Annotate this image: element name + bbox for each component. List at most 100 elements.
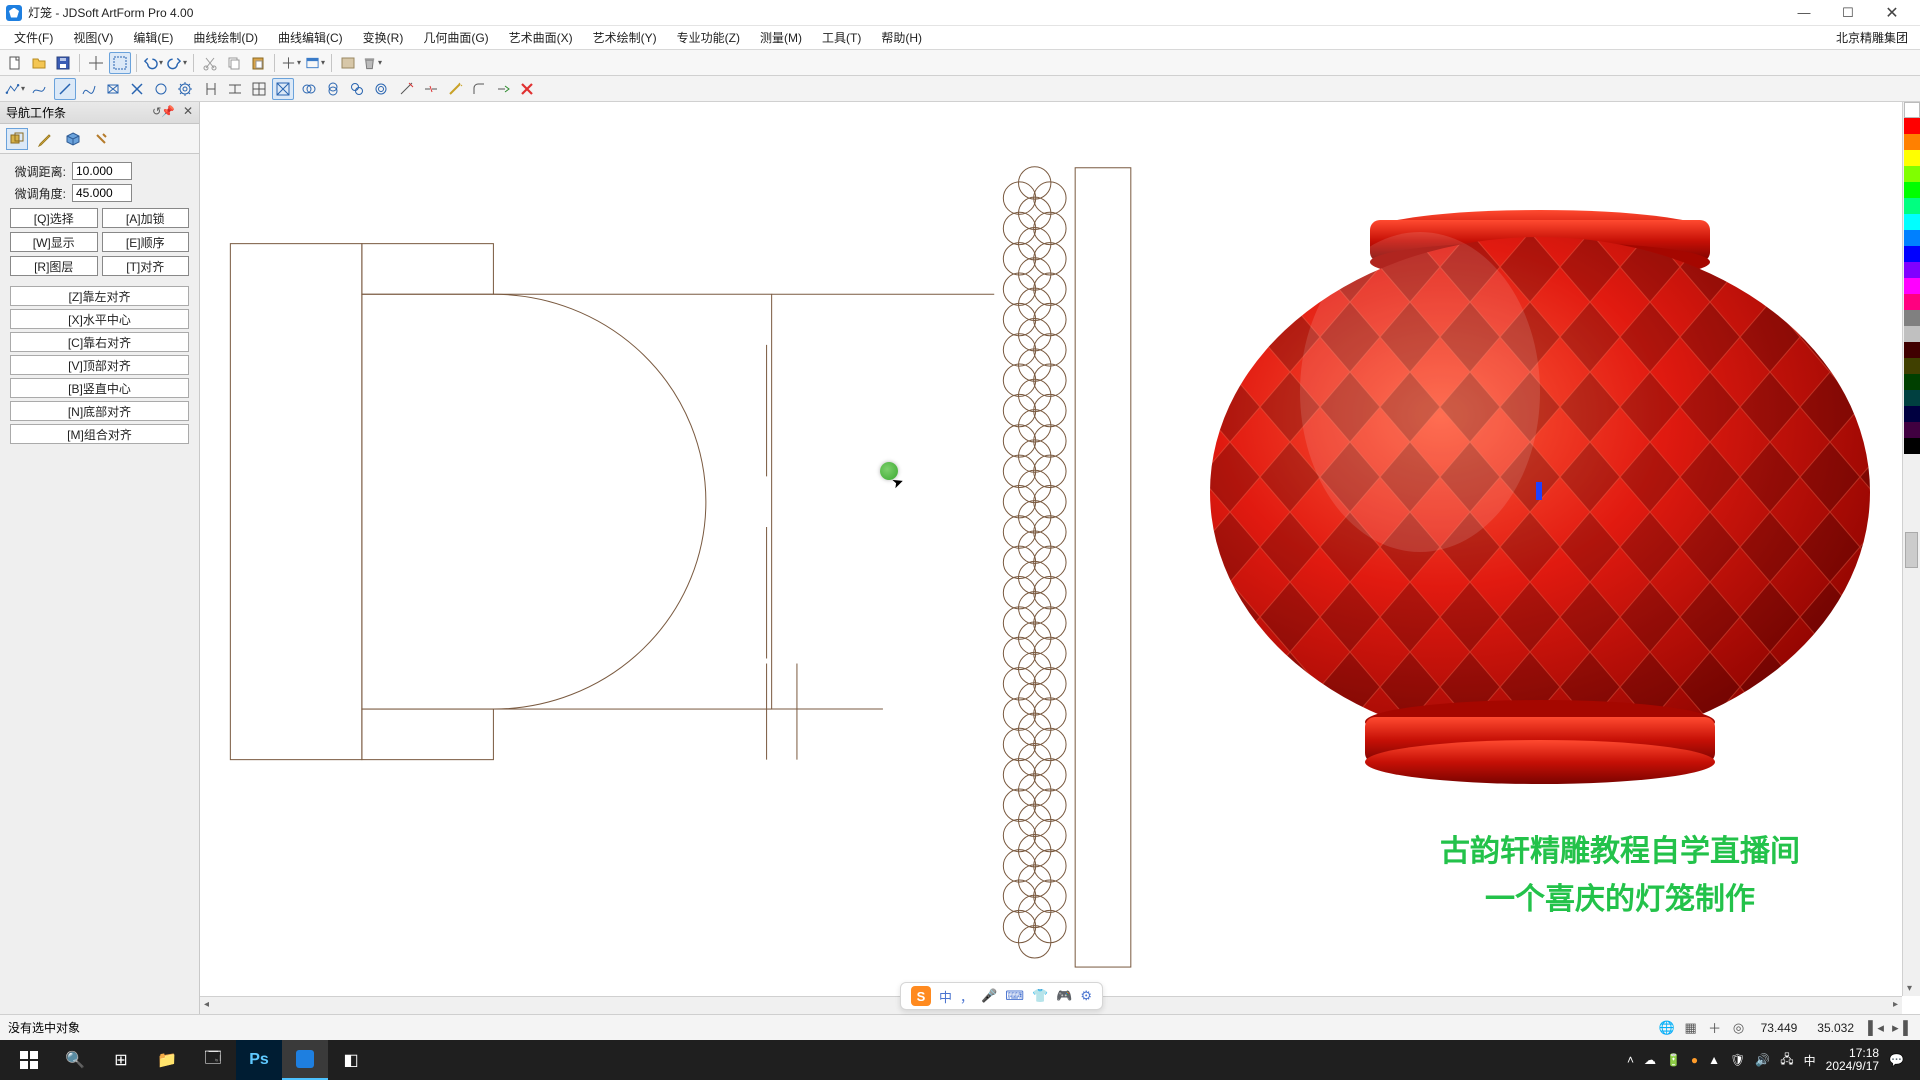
ring4-button[interactable] (370, 78, 392, 100)
color-swatch[interactable] (1904, 198, 1920, 214)
taskview-button[interactable]: ⊞ (98, 1040, 144, 1080)
align-bottom[interactable]: [N]底部对齐 (10, 401, 189, 421)
new-file-button[interactable] (4, 52, 26, 74)
menu-geom-surface[interactable]: 几何曲面(G) (413, 26, 498, 49)
align-group[interactable]: [M]组合对齐 (10, 424, 189, 444)
paste-button[interactable] (247, 52, 269, 74)
system-tray[interactable]: ˄ ☁ 🔋 ● ▲ 🛡 🔊 🖧 中 17:18 2024/9/17 💬 (1627, 1047, 1914, 1073)
tray-cloud-icon[interactable]: ☁ (1644, 1053, 1656, 1067)
color-swatch[interactable] (1904, 230, 1920, 246)
gear-tool-button[interactable] (174, 78, 196, 100)
grid-button[interactable] (248, 78, 270, 100)
menu-curve-edit[interactable]: 曲线编辑(C) (268, 26, 353, 49)
align-top[interactable]: [V]顶部对齐 (10, 355, 189, 375)
ime-toolbar[interactable]: S 中 ， 🎤 ⌨ 👕 🎮 ⚙ (900, 982, 1103, 1010)
align-right[interactable]: [C]靠右对齐 (10, 332, 189, 352)
select-button[interactable] (109, 52, 131, 74)
angle-input[interactable] (72, 184, 132, 202)
maximize-button[interactable]: ☐ (1826, 2, 1870, 24)
photoshop-button[interactable]: Ps (236, 1040, 282, 1080)
status-next-icon[interactable]: ▸▐ (1891, 1019, 1909, 1037)
tray-onedrive-icon[interactable]: ▲ (1708, 1053, 1720, 1067)
menu-measure[interactable]: 测量(M) (750, 26, 812, 49)
sogou-icon[interactable]: S (911, 986, 931, 1006)
status-grid-icon[interactable]: ▦ (1682, 1019, 1700, 1037)
btn-order[interactable]: [E]顺序 (102, 232, 190, 252)
color-swatch[interactable] (1904, 406, 1920, 422)
ime-item-4[interactable]: 👕 (1032, 988, 1048, 1004)
dimension-h-button[interactable] (224, 78, 246, 100)
color-swatch[interactable] (1904, 214, 1920, 230)
color-swatch[interactable] (1904, 342, 1920, 358)
magic-button[interactable] (444, 78, 466, 100)
status-prev-icon[interactable]: ▌◂ (1867, 1019, 1885, 1037)
pin-icon[interactable]: ↺📌 (152, 105, 175, 118)
ime-item-5[interactable]: 🎮 (1056, 988, 1072, 1004)
app2-button[interactable]: ◧ (328, 1040, 374, 1080)
circle-tool-button[interactable] (150, 78, 172, 100)
copy-button[interactable] (223, 52, 245, 74)
tray-battery-icon[interactable]: 🔋 (1666, 1053, 1681, 1067)
delete-dropdown-button[interactable]: ▾ (361, 52, 383, 74)
render-button[interactable] (337, 52, 359, 74)
ring2-button[interactable] (322, 78, 344, 100)
tab-tool[interactable] (90, 128, 112, 150)
app1-button[interactable]: 🗔 (190, 1040, 236, 1080)
ring3-button[interactable] (346, 78, 368, 100)
color-swatch[interactable] (1904, 374, 1920, 390)
panel-close-icon[interactable]: ✕ (183, 104, 193, 118)
menu-art-draw[interactable]: 艺术绘制(Y) (583, 26, 667, 49)
align-left[interactable]: [Z]靠左对齐 (10, 286, 189, 306)
ime-item-0[interactable]: 中 (939, 987, 952, 1006)
minimize-button[interactable]: — (1782, 2, 1826, 24)
tab-transform[interactable] (6, 128, 28, 150)
extend-button[interactable] (492, 78, 514, 100)
snap-cross-button[interactable] (85, 52, 107, 74)
search-button[interactable]: 🔍 (52, 1040, 98, 1080)
artform-taskbar-button[interactable] (282, 1040, 328, 1080)
color-swatch[interactable] (1904, 118, 1920, 134)
menu-pro[interactable]: 专业功能(Z) (667, 26, 750, 49)
ime-item-2[interactable]: 🎤 (981, 988, 997, 1004)
line-tool-button[interactable] (54, 78, 76, 100)
status-globe-icon[interactable]: 🌐 (1658, 1019, 1676, 1037)
btn-select[interactable]: [Q]选择 (10, 208, 98, 228)
color-swatch[interactable] (1904, 150, 1920, 166)
dimension-v-button[interactable] (200, 78, 222, 100)
color-swatch[interactable] (1904, 326, 1920, 342)
color-swatch[interactable] (1904, 182, 1920, 198)
align-vcenter[interactable]: [B]竖直中心 (10, 378, 189, 398)
tray-lang[interactable]: 中 (1804, 1052, 1816, 1069)
tray-network-icon[interactable]: 🖧 (1780, 1050, 1793, 1071)
menu-view[interactable]: 视图(V) (63, 26, 123, 49)
view-dropdown-button[interactable]: ▾ (304, 52, 326, 74)
color-swatch[interactable] (1904, 134, 1920, 150)
color-swatch[interactable] (1904, 438, 1920, 454)
status-plus-icon[interactable]: ＋ (1706, 1019, 1724, 1037)
save-button[interactable] (52, 52, 74, 74)
ime-item-1[interactable]: ， (960, 987, 973, 1006)
tray-chevron-icon[interactable]: ˄ (1627, 1053, 1634, 1067)
explorer-button[interactable]: 📁 (144, 1040, 190, 1080)
canvas[interactable]: 古韵轩精雕教程自学直播间 一个喜庆的灯笼制作 ➤ (200, 102, 1920, 1014)
color-swatch[interactable] (1904, 390, 1920, 406)
status-target-icon[interactable]: ◎ (1730, 1019, 1748, 1037)
menu-file[interactable]: 文件(F) (4, 26, 63, 49)
menu-edit[interactable]: 编辑(E) (123, 26, 183, 49)
grid-diag-button[interactable] (272, 78, 294, 100)
color-swatch[interactable] (1904, 262, 1920, 278)
tray-volume-icon[interactable]: 🔊 (1755, 1053, 1770, 1067)
color-swatch[interactable] (1904, 166, 1920, 182)
spline-tool-button[interactable] (78, 78, 100, 100)
btn-layer[interactable]: [R]图层 (10, 256, 98, 276)
rect-tool-button[interactable] (102, 78, 124, 100)
align-hcenter[interactable]: [X]水平中心 (10, 309, 189, 329)
ime-item-3[interactable]: ⌨ (1005, 988, 1024, 1004)
menu-curve-draw[interactable]: 曲线绘制(D) (183, 26, 268, 49)
freehand-tool-button[interactable] (28, 78, 50, 100)
break-button[interactable] (420, 78, 442, 100)
tray-notifications-icon[interactable]: 💬 (1889, 1053, 1904, 1067)
btn-lock[interactable]: [A]加锁 (102, 208, 190, 228)
dist-input[interactable] (72, 162, 132, 180)
color-swatch[interactable] (1904, 102, 1920, 118)
